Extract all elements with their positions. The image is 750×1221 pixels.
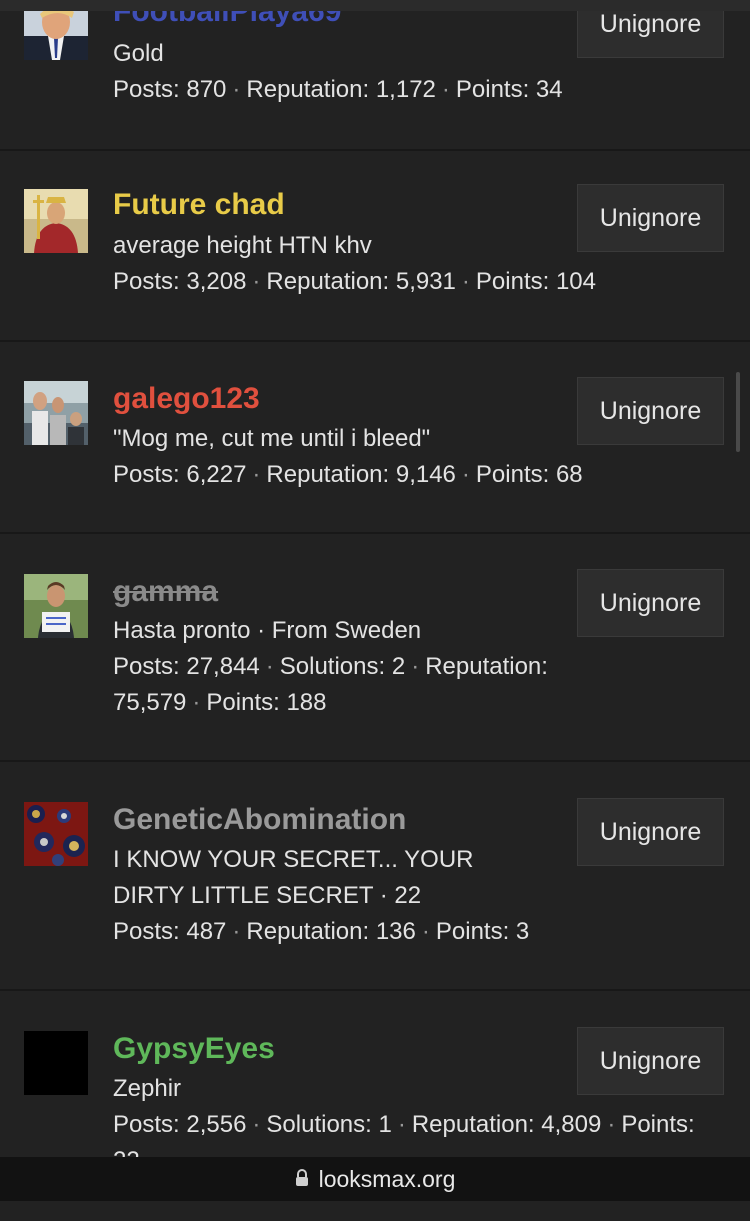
stat-item: Posts: 487 <box>113 918 227 945</box>
stat-separator: · <box>252 461 261 488</box>
stat-separator: · <box>461 268 470 295</box>
stat-separator: · <box>607 1111 616 1138</box>
member-title: Zephir <box>113 1075 182 1102</box>
member-title: average height HTN khv <box>113 232 372 259</box>
stat-item: Points: 34 <box>455 76 563 103</box>
stat-item: Reputation: 136 <box>246 918 416 945</box>
stat-separator: · <box>252 1111 261 1138</box>
stat-separator: · <box>411 653 420 680</box>
stat-separator: · <box>397 1111 406 1138</box>
member-title: "Mog me, cut me until i bleed" <box>113 425 431 452</box>
stat-item: Reputation: 4,809 <box>411 1111 602 1138</box>
list-item: gamma Hasta pronto · From Sweden Posts: … <box>0 534 750 762</box>
stat-separator: · <box>461 461 470 488</box>
stat-item: Reputation: 1,172 <box>246 76 436 103</box>
stat-item: Posts: 6,227 <box>113 461 247 488</box>
avatar[interactable] <box>24 802 88 866</box>
list-item: galego123 "Mog me, cut me until i bleed"… <box>0 342 750 534</box>
member-stats: Posts: 3,208 · Reputation: 5,931 · Points: 1… <box>113 264 713 300</box>
scrollbar[interactable] <box>736 372 740 452</box>
unignore-button[interactable]: Unignore <box>577 184 724 252</box>
stat-separator: · <box>441 76 450 103</box>
avatar[interactable] <box>24 1031 88 1095</box>
avatar[interactable] <box>24 381 88 445</box>
list-item: GeneticAbomination I KNOW YOUR SECRET...… <box>0 762 750 991</box>
member-stats: Posts: 6,227 · Reputation: 9,146 · Points: 6… <box>113 457 713 493</box>
member-title: Hasta pronto · From Sweden <box>113 617 422 644</box>
stat-separator: · <box>192 689 201 716</box>
lock-icon <box>295 1166 309 1193</box>
avatar[interactable] <box>24 574 88 638</box>
stat-separator: · <box>252 268 261 295</box>
stat-separator: · <box>232 918 241 945</box>
site-domain: looksmax.org <box>318 1165 456 1192</box>
member-stats: Posts: 27,844 · Solutions: 2 · Reputation: 7… <box>113 649 713 721</box>
member-name[interactable]: Future chad <box>113 187 285 223</box>
stat-separator: · <box>232 76 241 103</box>
browser-address-bar[interactable]: looksmax.org <box>0 1157 750 1201</box>
stat-item: Solutions: 1 <box>266 1111 392 1138</box>
member-title: Gold <box>113 40 164 67</box>
stat-item: Posts: 870 <box>113 76 227 103</box>
unignore-button[interactable]: Unignore <box>577 377 724 445</box>
member-title: I KNOW YOUR SECRET... YOUR DIRTY LITTLE … <box>113 846 474 909</box>
member-name[interactable]: gamma <box>113 574 218 610</box>
avatar[interactable] <box>24 189 88 253</box>
unignore-button[interactable]: Unignore <box>577 569 724 637</box>
list-item: Future chad average height HTN khv Posts… <box>0 149 750 342</box>
stat-item: Points: 104 <box>475 268 596 295</box>
member-stats: Posts: 870 · Reputation: 1,172 · Points: 34 <box>113 72 713 108</box>
unignore-button[interactable]: Unignore <box>577 1027 724 1095</box>
top-toolbar-edge <box>0 0 750 11</box>
stat-item: Posts: 3,208 <box>113 268 247 295</box>
stat-item: Points: 68 <box>475 461 583 488</box>
stat-item: Posts: 2,556 <box>113 1111 247 1138</box>
member-name[interactable]: galego123 <box>113 381 260 417</box>
stat-item: Solutions: 2 <box>279 653 406 680</box>
stat-item: Points: 3 <box>435 918 530 945</box>
stat-separator: · <box>421 918 430 945</box>
stat-item: Points: 188 <box>206 689 327 716</box>
member-name[interactable]: GeneticAbomination <box>113 802 406 838</box>
stat-item: Reputation: 5,931 <box>266 268 456 295</box>
member-stats: Posts: 487 · Reputation: 136 · Points: 3 <box>113 914 713 950</box>
member-name[interactable]: GypsyEyes <box>113 1031 275 1067</box>
stat-separator: · <box>265 653 274 680</box>
unignore-button[interactable]: Unignore <box>577 798 724 866</box>
stat-item: Reputation: 9,146 <box>266 461 456 488</box>
stat-item: Posts: 27,844 <box>113 653 260 680</box>
list-item: FootballPlaya69 Gold Posts: 870 · Reputati… <box>0 0 750 151</box>
